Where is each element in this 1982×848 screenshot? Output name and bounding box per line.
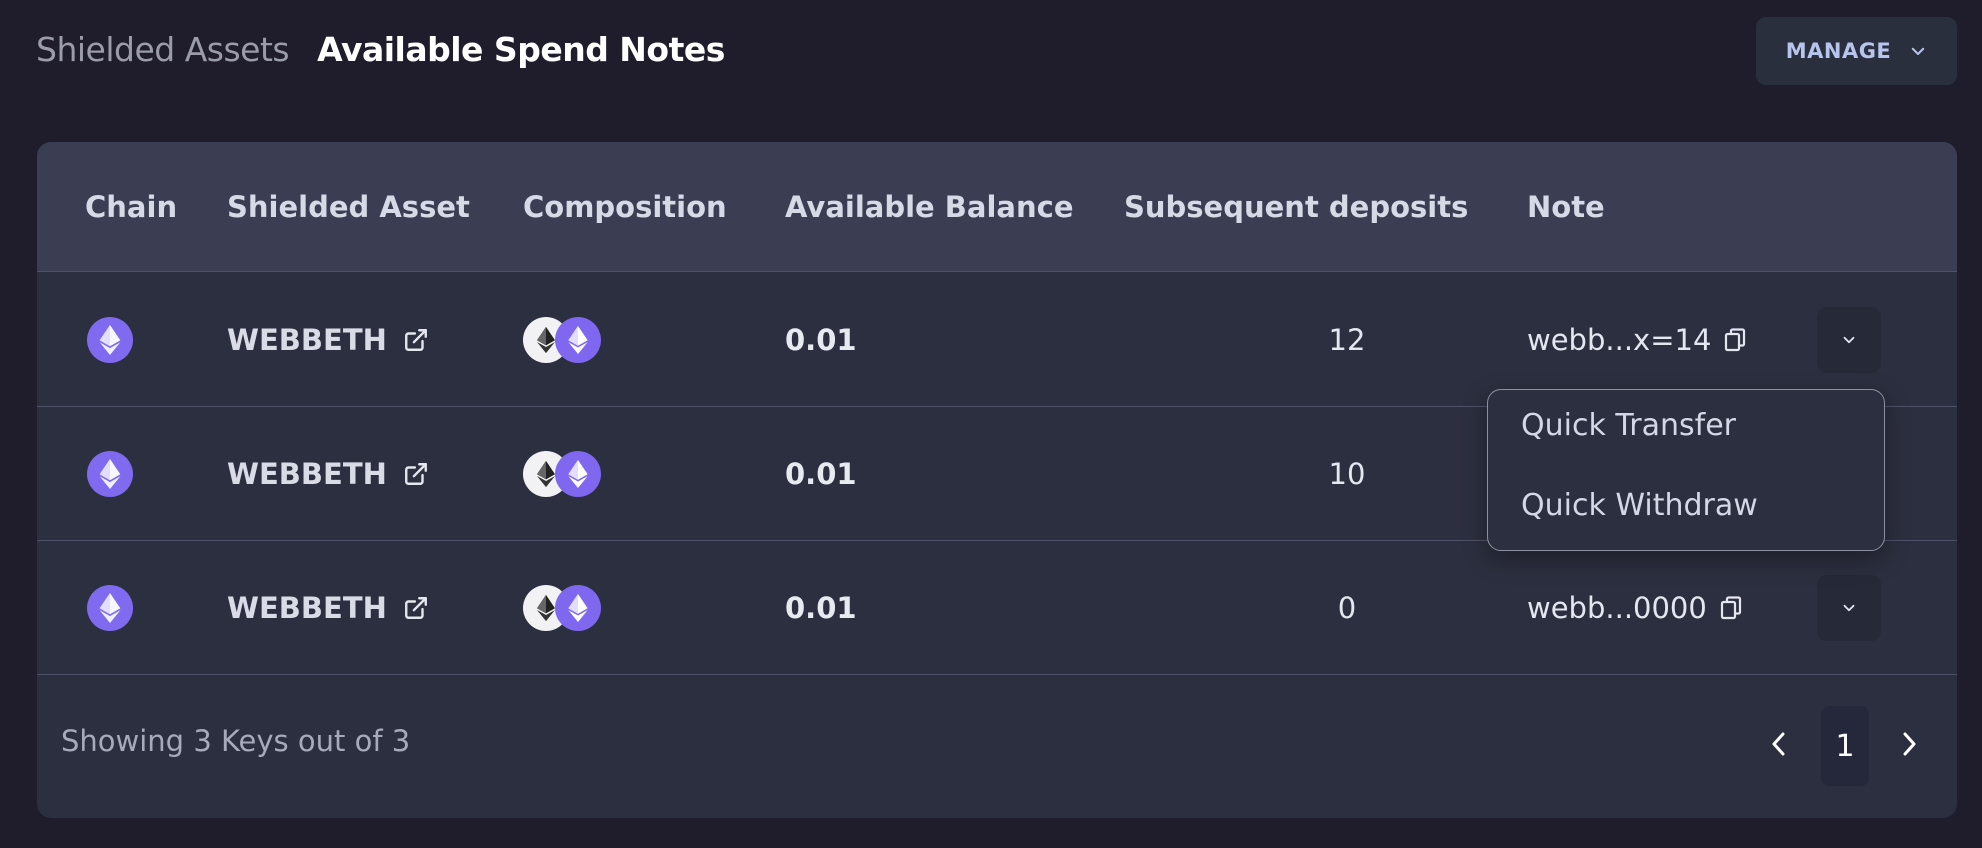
webbeth-token-icon <box>555 451 601 497</box>
ethereum-icon <box>87 317 133 363</box>
chevron-right-icon <box>1903 732 1916 756</box>
asset-name: WEBBETH <box>227 457 387 491</box>
manage-button[interactable]: MANAGE <box>1756 17 1957 85</box>
external-link-icon[interactable] <box>403 461 429 487</box>
column-header-shielded-asset: Shielded Asset <box>227 190 470 224</box>
page: Shielded Assets Available Spend Notes MA… <box>0 0 1982 848</box>
note-value: webb...x=14 <box>1527 323 1712 357</box>
previous-page-button[interactable] <box>1759 722 1799 766</box>
note-value: webb...0000 <box>1527 591 1707 625</box>
webbeth-token-icon <box>555 585 601 631</box>
page-header: Shielded Assets Available Spend Notes <box>36 24 725 74</box>
column-header-chain: Chain <box>85 190 178 224</box>
page-number-button[interactable]: 1 <box>1821 706 1869 786</box>
pagination-summary: Showing 3 Keys out of 3 <box>61 724 411 758</box>
row-actions-menu: Quick Transfer Quick Withdraw <box>1487 389 1885 551</box>
chevron-down-icon <box>1843 336 1855 344</box>
row-actions-button[interactable] <box>1817 575 1881 641</box>
tab-available-spend-notes[interactable]: Available Spend Notes <box>317 30 725 69</box>
copy-icon[interactable] <box>1719 595 1743 621</box>
subsequent-deposits: 12 <box>1328 323 1366 357</box>
available-balance: 0.01 <box>785 457 857 491</box>
external-link-icon[interactable] <box>403 327 429 353</box>
composition-icons <box>523 317 603 363</box>
column-header-composition: Composition <box>523 190 727 224</box>
copy-icon[interactable] <box>1723 327 1747 353</box>
subsequent-deposits: 0 <box>1337 591 1357 625</box>
column-header-note: Note <box>1527 190 1605 224</box>
subsequent-deposits: 10 <box>1328 457 1366 491</box>
column-header-subsequent-deposits: Subsequent deposits <box>1124 190 1469 224</box>
menu-item-quick-withdraw[interactable]: Quick Withdraw <box>1521 488 1758 523</box>
webbeth-token-icon <box>555 317 601 363</box>
table-header: Chain Shielded Asset Composition Availab… <box>37 142 1957 272</box>
tab-shielded-assets[interactable]: Shielded Assets <box>36 30 290 69</box>
manage-label: MANAGE <box>1785 39 1892 63</box>
column-header-available-balance: Available Balance <box>785 190 1074 224</box>
chevron-down-icon <box>1912 47 1925 55</box>
ethereum-icon <box>87 585 133 631</box>
composition-icons <box>523 585 603 631</box>
chevron-down-icon <box>1843 604 1855 612</box>
available-balance: 0.01 <box>785 323 857 357</box>
asset-name: WEBBETH <box>227 323 387 357</box>
table-row: WEBBETH 0.01 0 webb...0000 <box>37 541 1957 675</box>
next-page-button[interactable] <box>1889 722 1929 766</box>
table-row: WEBBETH 0.01 12 webb...x=14 <box>37 273 1957 407</box>
ethereum-icon <box>87 451 133 497</box>
row-actions-button[interactable] <box>1817 307 1881 373</box>
menu-item-quick-transfer[interactable]: Quick Transfer <box>1521 408 1736 443</box>
available-balance: 0.01 <box>785 591 857 625</box>
asset-name: WEBBETH <box>227 591 387 625</box>
composition-icons <box>523 451 603 497</box>
external-link-icon[interactable] <box>403 595 429 621</box>
chevron-left-icon <box>1772 732 1785 756</box>
